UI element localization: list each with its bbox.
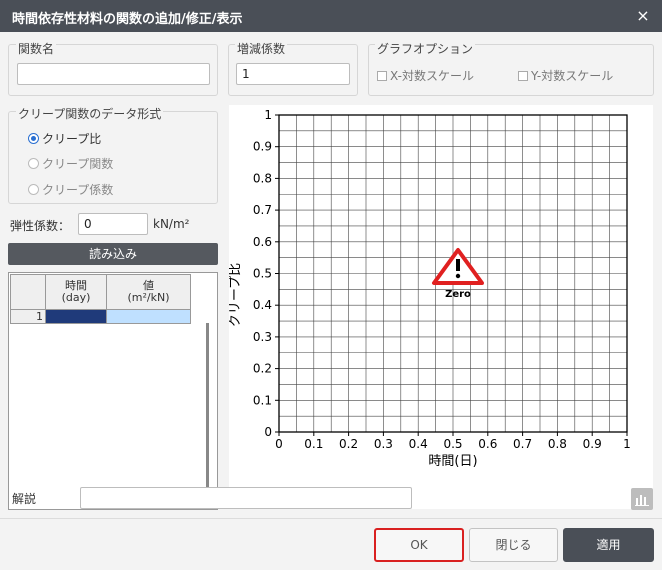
window-title: 時間依存性材料の関数の追加/修正/表示	[12, 12, 243, 27]
table-corner	[10, 274, 46, 310]
x-axis-label: 時間(日)	[428, 454, 477, 469]
chart-svg: 0 0.1 0.2 0.3 0.4 0.5 0.6 0.7 0.8 0.9 1 0 0.1 0.2 0.3…	[228, 105, 653, 509]
x-tick-label: 0.8	[548, 437, 567, 451]
table-header-time-unit: (day)	[61, 291, 91, 304]
radio-dot	[28, 158, 39, 169]
x-log-scale-checkbox[interactable]: X-対数スケール	[377, 67, 474, 84]
radio-creep-ratio-label: クリープ比	[42, 132, 102, 146]
table-row: 1	[10, 309, 191, 324]
close-icon[interactable]: ×	[634, 6, 652, 25]
checkbox-box	[518, 71, 528, 81]
chart-icon[interactable]	[631, 488, 653, 510]
y-tick-label: 0.8	[253, 171, 272, 185]
x-tick-label: 0	[275, 437, 283, 451]
y-tick-label: 0.4	[253, 298, 272, 312]
y-tick-label: 0.6	[253, 235, 272, 249]
x-tick-label: 0.2	[339, 437, 358, 451]
x-log-scale-label: X-対数スケール	[390, 69, 474, 83]
ok-button[interactable]: OK	[374, 528, 464, 562]
y-tick-label: 0.7	[253, 203, 272, 217]
y-tick-label: 0.1	[253, 393, 272, 407]
y-log-scale-label: Y-対数スケール	[531, 69, 614, 83]
description-label: 解説	[12, 492, 37, 506]
cell-value[interactable]	[106, 309, 191, 324]
y-log-scale-checkbox[interactable]: Y-対数スケール	[518, 67, 613, 84]
zero-warning-label: Zero	[445, 289, 471, 300]
cell-time[interactable]	[45, 309, 107, 324]
dialog-body: 関数名 増減係数 グラフオプション X-対数スケール Y-対数スケール クリープ…	[0, 32, 662, 570]
radio-creep-ratio[interactable]: クリープ比	[28, 130, 101, 147]
x-tick-label: 0.3	[374, 437, 393, 451]
data-table: 時間 (day) 値 (m²/kN) 1	[8, 272, 218, 510]
y-axis-label: クリープ比	[229, 263, 243, 327]
y-tick-label: 0.3	[253, 330, 272, 344]
title-bar: 時間依存性材料の関数の追加/修正/表示 ×	[0, 0, 662, 32]
radio-dot	[28, 184, 39, 195]
x-tick-label: 1	[623, 437, 631, 451]
y-tick-label: 1	[264, 108, 272, 122]
y-tick-label: 0.2	[253, 362, 272, 376]
function-name-input[interactable]	[17, 63, 210, 85]
x-tick-label: 0.9	[583, 437, 602, 451]
table-header-time[interactable]: 時間 (day)	[45, 274, 107, 310]
elastic-modulus-input[interactable]	[78, 213, 148, 235]
x-tick-label: 0.5	[443, 437, 462, 451]
table-scrollbar[interactable]	[206, 323, 209, 493]
radio-dot	[28, 133, 39, 144]
x-tick-label: 0.4	[409, 437, 428, 451]
description-input[interactable]	[80, 487, 412, 509]
graph-options-label: グラフオプション	[375, 40, 476, 57]
x-tick-label: 0.1	[304, 437, 323, 451]
elastic-modulus-unit: kN/m²	[153, 217, 190, 231]
scale-factor-input[interactable]	[236, 63, 350, 85]
creep-chart: 0 0.1 0.2 0.3 0.4 0.5 0.6 0.7 0.8 0.9 1 0 0.1 0.2 0.3…	[228, 105, 653, 509]
import-button[interactable]: 読み込み	[8, 243, 218, 265]
radio-creep-coefficient[interactable]: クリープ係数	[28, 181, 113, 198]
table-header-value[interactable]: 値 (m²/kN)	[106, 274, 191, 310]
y-tick-label: 0.9	[253, 140, 272, 154]
function-name-label: 関数名	[16, 40, 57, 57]
y-tick-label: 0	[264, 425, 272, 439]
radio-creep-coefficient-label: クリープ係数	[42, 183, 114, 197]
checkbox-box	[377, 71, 387, 81]
table-header-value-unit: (m²/kN)	[127, 291, 170, 304]
scale-factor-label: 増減係数	[235, 40, 288, 57]
x-tick-label: 0.7	[513, 437, 532, 451]
apply-button[interactable]: 適用	[563, 528, 654, 562]
y-tick-label: 0.5	[253, 267, 272, 281]
data-format-label: クリープ関数のデータ形式	[16, 105, 164, 122]
radio-creep-function[interactable]: クリープ関数	[28, 155, 113, 172]
x-tick-label: 0.6	[478, 437, 497, 451]
close-button[interactable]: 閉じる	[469, 528, 558, 562]
elastic-modulus-label: 弾性係数：	[10, 219, 71, 233]
row-index: 1	[10, 309, 46, 324]
footer-separator	[0, 518, 662, 519]
radio-creep-function-label: クリープ関数	[42, 157, 114, 171]
